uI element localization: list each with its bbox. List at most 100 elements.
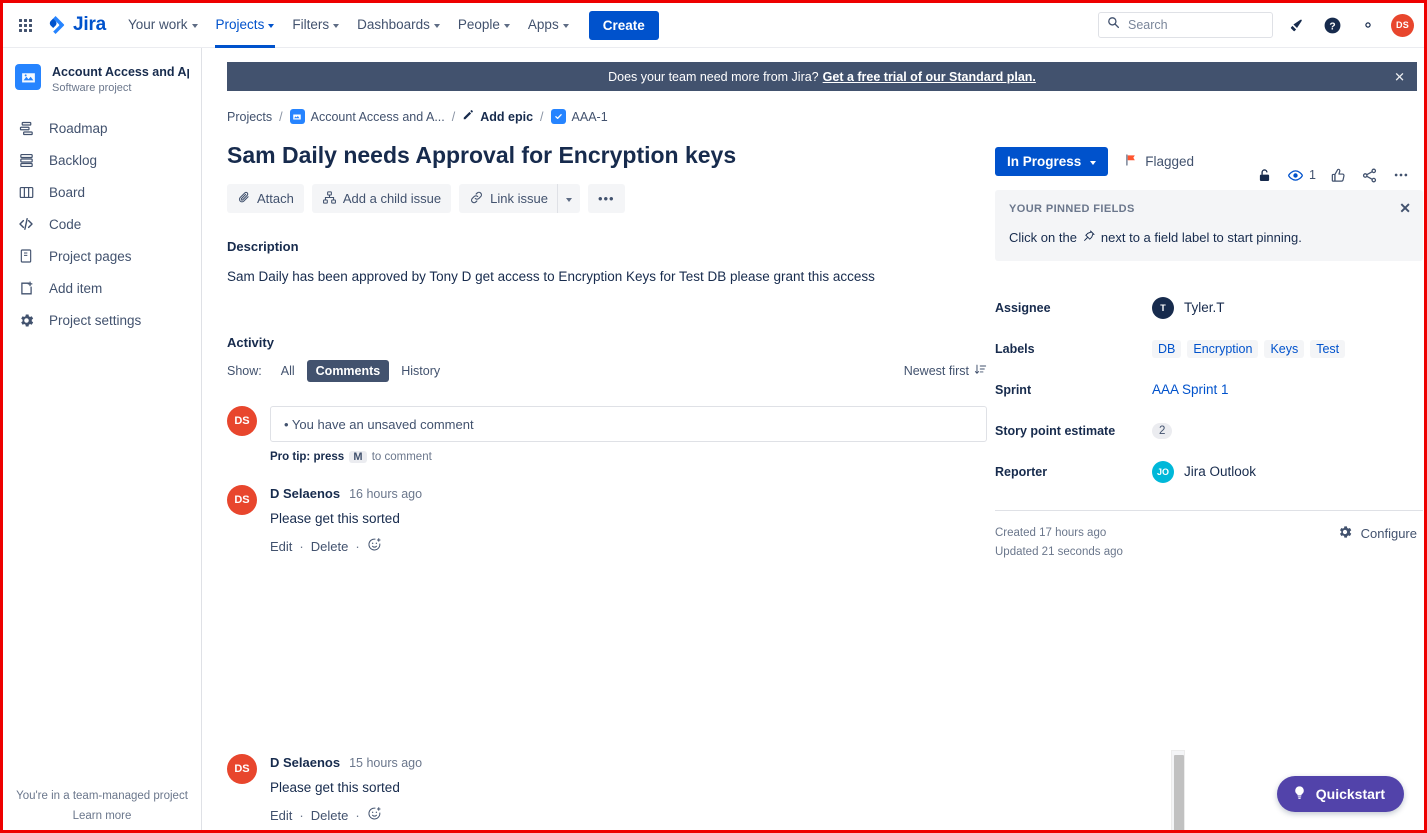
search-box[interactable] (1098, 12, 1273, 38)
field-value[interactable]: T Tyler.T (1152, 296, 1225, 319)
comment-actions: Edit · Delete · (270, 806, 422, 824)
issue-more-actions-button[interactable]: ••• (587, 184, 625, 213)
brand-name: Jira (73, 14, 107, 35)
project-avatar-icon (15, 64, 41, 90)
label-chip[interactable]: DB (1152, 339, 1182, 358)
sort-order-control[interactable]: Newest first (904, 363, 987, 379)
comment-edit-link[interactable]: Edit (270, 808, 292, 823)
field-label: Sprint (995, 382, 1032, 397)
label-chip[interactable]: Encryption (1187, 339, 1259, 358)
description-text[interactable]: Sam Daily has been approved by Tony D ge… (227, 267, 987, 287)
flag-icon (1124, 153, 1138, 170)
jira-home-link[interactable]: Jira (45, 14, 106, 36)
breadcrumb-add-epic[interactable]: Add epic (462, 109, 533, 124)
roadmap-icon (17, 119, 35, 137)
avatar: DS (227, 485, 257, 515)
sidebar-item-backlog[interactable]: Backlog (3, 144, 193, 176)
comment: DS D Selaenos 15 hours ago Please get th… (227, 754, 987, 824)
label-chip[interactable]: Test (1310, 339, 1346, 358)
breadcrumb-issue-key[interactable]: AAA-1 (550, 109, 608, 124)
help-circle-icon[interactable]: ? (1319, 12, 1345, 38)
learn-more-link[interactable]: Learn more (3, 810, 201, 822)
user-avatar[interactable]: DS (1391, 13, 1414, 37)
promo-banner-link[interactable]: Get a free trial of our Standard plan. (823, 70, 1036, 84)
activity-scrollbar[interactable] (1171, 750, 1185, 830)
breadcrumb-project[interactable]: Account Access and A... (289, 109, 445, 124)
label-chip[interactable]: Keys (1264, 339, 1305, 358)
comment-edit-link[interactable]: Edit (270, 539, 292, 554)
field-value[interactable]: 2 (1152, 422, 1173, 439)
apps-grid-icon[interactable] (11, 11, 39, 39)
comment-delete-link[interactable]: Delete (311, 808, 349, 823)
sidebar-item-label: Board (49, 184, 86, 200)
field-value[interactable]: JO Jira Outlook (1152, 460, 1257, 483)
nav-item-apps[interactable]: Apps (520, 6, 577, 44)
configure-label: Configure (1360, 526, 1417, 541)
breadcrumb-row: Projects / Account Access and A... / Add… (227, 109, 987, 124)
breadcrumb-projects[interactable]: Projects (227, 110, 272, 124)
nav-item-filters[interactable]: Filters (284, 6, 347, 44)
nav-item-dashboards[interactable]: Dashboards (349, 6, 448, 44)
create-button[interactable]: Create (588, 10, 659, 40)
team-managed-note: You're in a team-managed project (16, 790, 188, 802)
field-assignee: Assignee T Tyler.T (995, 287, 1423, 328)
configure-button[interactable]: Configure (1337, 524, 1423, 543)
watchers-control[interactable]: 1 (1287, 167, 1316, 184)
add-child-issue-button[interactable]: Add a child issue (311, 184, 452, 213)
nav-item-label: People (457, 17, 500, 32)
project-meta: Account Access and Ap... Software projec… (52, 64, 189, 94)
sidebar-item-add-item[interactable]: Add item (3, 272, 193, 304)
issue-details-panel: In Progress Flagged YOUR PINNED FIELDS ✕… (987, 91, 1423, 562)
add-item-icon (17, 279, 35, 297)
svg-text:?: ? (1329, 21, 1335, 32)
tab-all[interactable]: All (272, 360, 304, 382)
attach-button[interactable]: Attach (227, 184, 304, 213)
field-value[interactable]: AAA Sprint 1 (1152, 382, 1229, 397)
add-reaction-icon[interactable] (367, 537, 382, 555)
status-dropdown-button[interactable]: In Progress (995, 147, 1109, 176)
settings-gear-icon[interactable] (1355, 12, 1381, 38)
flagged-badge[interactable]: Flagged (1124, 153, 1194, 170)
share-icon[interactable] (1361, 167, 1378, 184)
tab-history[interactable]: History (392, 360, 449, 382)
tab-comments[interactable]: Comments (306, 360, 390, 382)
pinned-fields-card: YOUR PINNED FIELDS ✕ Click on the next t… (995, 190, 1423, 261)
link-issue-button[interactable]: Link issue (459, 184, 557, 213)
chevron-down-icon (433, 23, 440, 28)
nav-item-people[interactable]: People (450, 6, 518, 44)
issue-main-column: Projects / Account Access and A... / Add… (227, 91, 987, 562)
app-window: Jira Your work Projects Filters Dashboar… (0, 0, 1427, 833)
field-value[interactable]: DB Encryption Keys Test (1152, 339, 1346, 358)
description-label: Description (227, 239, 299, 254)
sidebar-item-board[interactable]: Board (3, 176, 193, 208)
list-item: DS D Selaenos 16 hours ago Please get th… (227, 485, 987, 555)
comment-timestamp[interactable]: 16 hours ago (349, 487, 422, 501)
comment-author: D Selaenos (270, 486, 341, 501)
reporter-name: Jira Outlook (1184, 464, 1257, 479)
sidebar-item-project-settings[interactable]: Project settings (3, 304, 193, 336)
sidebar-item-code[interactable]: Code (3, 208, 193, 240)
close-icon[interactable]: ✕ (1399, 201, 1411, 215)
scrollbar-thumb[interactable] (1174, 755, 1184, 830)
comment-timestamp[interactable]: 15 hours ago (349, 756, 422, 770)
close-icon[interactable]: ✕ (1394, 70, 1405, 83)
comment-input[interactable]: • You have an unsaved comment (270, 406, 987, 442)
attach-button-label: Attach (257, 191, 294, 206)
quickstart-button[interactable]: Quickstart (1276, 776, 1404, 812)
nav-item-projects[interactable]: Projects (208, 6, 283, 48)
sidebar-item-project-pages[interactable]: Project pages (3, 240, 193, 272)
thumbs-up-icon[interactable] (1330, 167, 1347, 184)
unlock-icon[interactable] (1256, 167, 1273, 184)
search-input[interactable] (1126, 17, 1264, 33)
more-horizontal-icon[interactable] (1392, 166, 1410, 184)
sidebar-item-roadmap[interactable]: Roadmap (3, 112, 193, 144)
link-issue-dropdown-button[interactable] (556, 184, 580, 213)
avatar: T (1152, 296, 1174, 319)
sidebar-project-header[interactable]: Account Access and Ap... Software projec… (3, 48, 201, 100)
comment-delete-link[interactable]: Delete (311, 539, 349, 554)
top-navigation-bar: Jira Your work Projects Filters Dashboar… (3, 3, 1424, 48)
notifications-bell-icon[interactable] (1283, 12, 1309, 38)
nav-item-your-work[interactable]: Your work (120, 6, 206, 44)
add-reaction-icon[interactable] (367, 806, 382, 824)
sprint-link[interactable]: AAA Sprint 1 (1152, 382, 1229, 397)
